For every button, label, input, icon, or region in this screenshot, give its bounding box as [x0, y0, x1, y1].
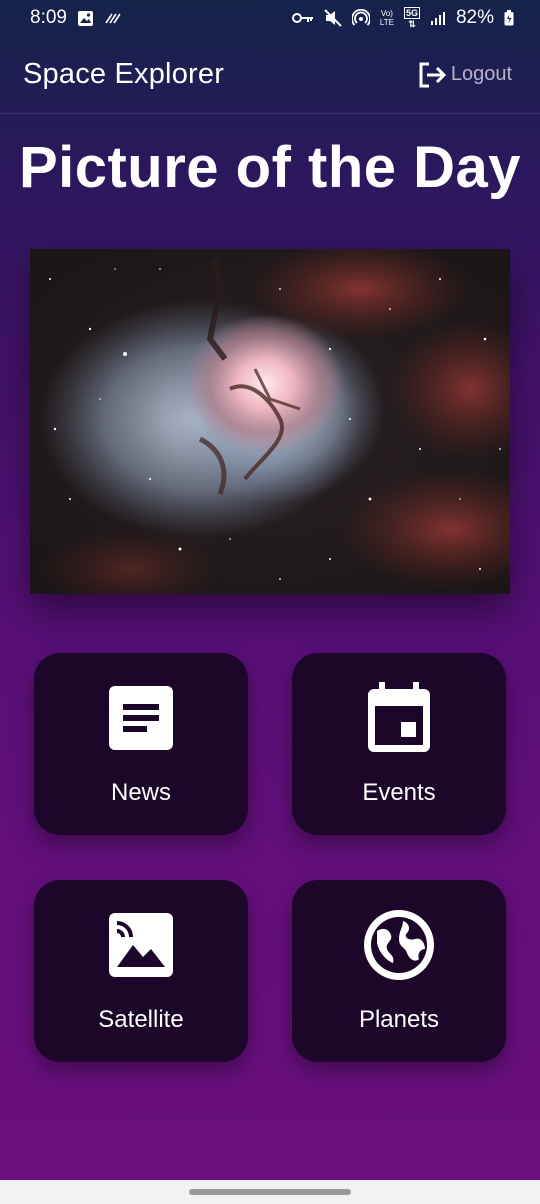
- mute-icon: [324, 9, 342, 27]
- page-title: Picture of the Day: [18, 135, 522, 200]
- article-icon: [109, 683, 173, 753]
- planets-tile[interactable]: Planets: [292, 880, 506, 1062]
- status-bar: 8:09 Vo) LTE 5G ⇅ 82%: [0, 0, 540, 36]
- gallery-icon: [77, 10, 94, 27]
- volte-icon: Vo) LTE: [379, 9, 394, 27]
- calendar-icon: [366, 682, 432, 753]
- hotspot-icon: [351, 9, 370, 27]
- status-time: 8:09: [30, 7, 67, 28]
- signal-icon: [430, 11, 446, 25]
- battery-icon: [504, 10, 514, 26]
- logout-button[interactable]: Logout: [417, 61, 512, 89]
- planets-label: Planets: [358, 1006, 440, 1033]
- picture-of-the-day-image[interactable]: [30, 249, 510, 594]
- navigation-bar: [0, 1180, 540, 1204]
- home-gesture-handle[interactable]: [189, 1189, 351, 1195]
- app-bar: Space Explorer Logout: [0, 36, 540, 114]
- status-left: 8:09: [30, 7, 122, 29]
- satellite-tile[interactable]: Satellite: [34, 880, 248, 1062]
- events-tile[interactable]: Events: [292, 653, 506, 835]
- satellite-image-icon: [109, 910, 173, 980]
- news-tile[interactable]: News: [34, 653, 248, 835]
- globe-icon: [363, 910, 435, 980]
- vpn-key-icon: [291, 12, 314, 24]
- app-title: Space Explorer: [23, 58, 225, 90]
- battery-percent: 82%: [455, 7, 494, 28]
- logout-label: Logout: [450, 63, 512, 85]
- events-label: Events: [362, 779, 436, 806]
- news-label: News: [110, 779, 171, 806]
- logout-icon: [417, 61, 447, 89]
- data-sync-icon: [104, 11, 122, 25]
- satellite-label: Satellite: [98, 1006, 184, 1033]
- network-5g-icon: 5G ⇅: [403, 7, 420, 29]
- status-right: Vo) LTE 5G ⇅ 82%: [291, 7, 514, 29]
